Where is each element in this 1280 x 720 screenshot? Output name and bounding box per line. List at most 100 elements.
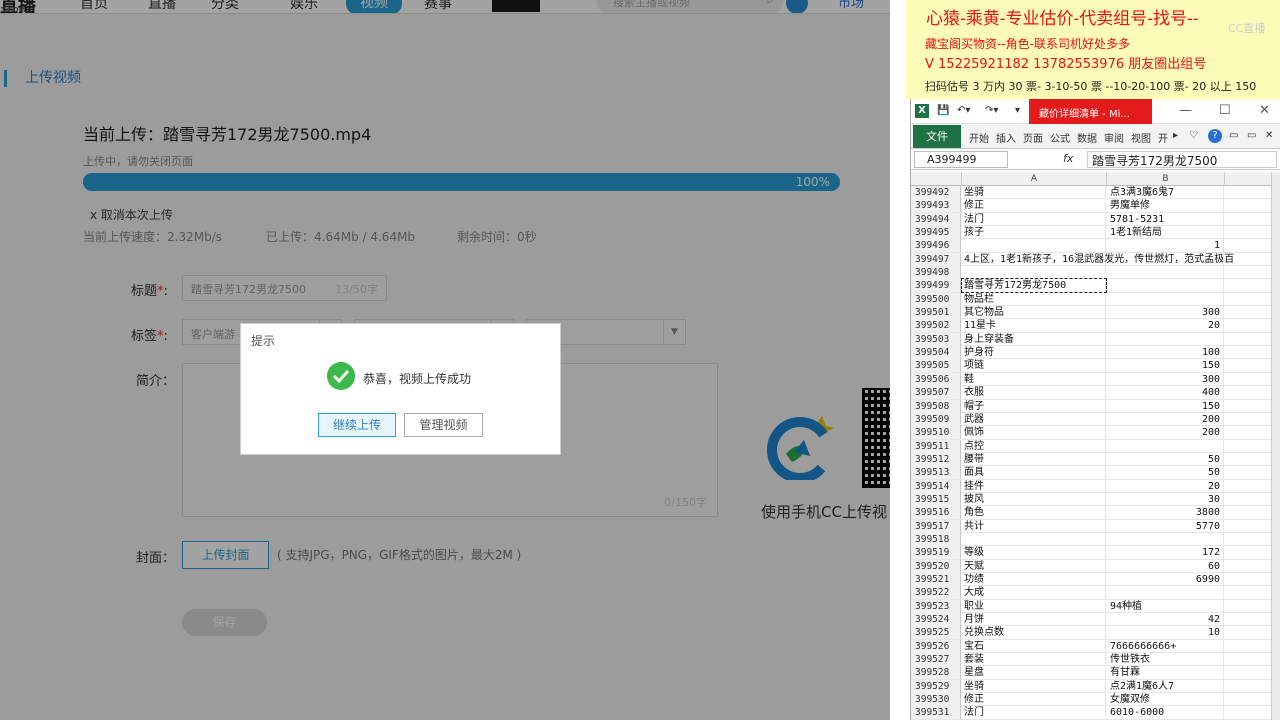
cell-b[interactable]: [1107, 586, 1224, 600]
table-row[interactable]: 399499 踏雪寻芳172男龙7500: [911, 278, 1280, 294]
cell-a[interactable]: 鞋: [962, 372, 1106, 386]
cell-b[interactable]: 20: [1107, 479, 1224, 493]
row-number[interactable]: 399496: [911, 239, 961, 253]
table-row[interactable]: 399494 法门 5781-5231: [911, 212, 1280, 227]
cell-b[interactable]: 女魔双修: [1107, 693, 1224, 707]
customize-toolbar-icon[interactable]: ▾: [1015, 105, 1020, 116]
tab-review[interactable]: 审阅: [1104, 130, 1124, 145]
table-row[interactable]: 399500 物品栏: [911, 292, 1280, 307]
table-row[interactable]: 399509 武器 200: [911, 412, 1280, 427]
cell-b[interactable]: 60: [1107, 559, 1224, 573]
row-number[interactable]: 399499: [911, 279, 961, 293]
tab-home[interactable]: 开始: [969, 130, 989, 145]
cell-a[interactable]: 4上区，1老1新孩子，16混武器发光，传世燃灯，范式孟极百: [962, 252, 1234, 266]
redo-icon[interactable]: ↷▾: [985, 105, 998, 116]
table-row[interactable]: 399506 鞋 300: [911, 372, 1280, 387]
cell-b[interactable]: 100: [1107, 346, 1224, 360]
cell-a[interactable]: 月饼: [962, 613, 1106, 626]
table-row[interactable]: 399518: [911, 532, 1280, 547]
row-number[interactable]: 399530: [911, 693, 961, 707]
cell-a[interactable]: 大成: [962, 586, 1106, 600]
table-row[interactable]: 399522 大成: [911, 586, 1280, 600]
row-number[interactable]: 399509: [911, 412, 961, 426]
row-number[interactable]: 399518: [911, 532, 961, 546]
cell-a[interactable]: 修正: [962, 199, 1106, 213]
cell-b[interactable]: 30: [1107, 492, 1224, 506]
tab-data[interactable]: 数据: [1077, 130, 1097, 145]
cell-b[interactable]: 300: [1107, 306, 1224, 320]
row-number[interactable]: 399505: [911, 359, 961, 373]
close-icon[interactable]: ✕: [1259, 103, 1270, 118]
cell-b[interactable]: 5781-5231: [1107, 212, 1224, 226]
cell-b[interactable]: 点2满1魔6人7: [1107, 679, 1224, 693]
cell-a[interactable]: 面具: [962, 466, 1106, 480]
cell-a[interactable]: 法门: [962, 212, 1106, 226]
table-row[interactable]: 399498: [911, 266, 1280, 280]
cell-a[interactable]: 等级: [962, 546, 1106, 560]
row-number[interactable]: 399510: [911, 426, 961, 440]
ribbon-minimize-icon[interactable]: ▭: [1229, 130, 1238, 141]
cell-b[interactable]: 3800: [1107, 506, 1224, 520]
cell-b[interactable]: [1107, 252, 1224, 266]
cell-a[interactable]: 衣服: [962, 386, 1106, 400]
row-number[interactable]: 399495: [911, 226, 961, 240]
column-header-a[interactable]: A: [962, 172, 1107, 186]
table-row[interactable]: 399529 坐骑 点2满1魔6人7: [911, 679, 1280, 694]
cell-b[interactable]: 150: [1107, 399, 1224, 413]
table-row[interactable]: 399517 共计 5770: [911, 519, 1280, 533]
cell-a[interactable]: 佩饰: [962, 426, 1106, 440]
table-row[interactable]: 399510 佩饰 200: [911, 426, 1280, 440]
table-row[interactable]: 399531 法门 6010-6000: [911, 706, 1280, 720]
cell-a[interactable]: 坐骑: [962, 679, 1106, 693]
cell-a[interactable]: 物品栏: [962, 292, 1106, 306]
cell-a[interactable]: 修正: [962, 693, 1106, 707]
cell-a[interactable]: 宝石: [962, 639, 1106, 653]
cell-a[interactable]: 11星卡: [962, 319, 1106, 333]
table-row[interactable]: 399514 挂件 20: [911, 479, 1280, 493]
cell-a[interactable]: 腰带: [962, 452, 1106, 466]
row-number[interactable]: 399531: [911, 706, 961, 720]
cell-a[interactable]: 星盘: [962, 666, 1106, 680]
table-row[interactable]: 399511 点控: [911, 439, 1280, 453]
table-row[interactable]: 399508 帽子 150: [911, 399, 1280, 413]
row-number[interactable]: 399500: [911, 292, 961, 306]
row-number[interactable]: 399516: [911, 506, 961, 520]
cell-b[interactable]: 男魔单修: [1107, 199, 1224, 213]
row-number[interactable]: 399513: [911, 466, 961, 480]
tab-formulas[interactable]: 公式: [1050, 130, 1070, 145]
row-number[interactable]: 399520: [911, 559, 961, 573]
tab-page-layout[interactable]: 页面: [1023, 130, 1043, 145]
cell-a[interactable]: 共计: [962, 519, 1106, 533]
cell-b[interactable]: 10: [1107, 626, 1224, 640]
row-number[interactable]: 399526: [911, 639, 961, 653]
cell-b[interactable]: 6010-6000: [1107, 706, 1224, 720]
row-number[interactable]: 399501: [911, 306, 961, 320]
cell-b[interactable]: 94种植: [1107, 599, 1224, 613]
tab-file[interactable]: 文件: [913, 125, 961, 148]
column-header-b[interactable]: B: [1107, 172, 1225, 186]
cell-b[interactable]: 传世铁衣: [1107, 653, 1224, 667]
row-number[interactable]: 399525: [911, 626, 961, 640]
table-row[interactable]: 399497 4上区，1老1新孩子，16混武器发光，传世燃灯，范式孟极百: [911, 252, 1280, 267]
cell-a[interactable]: 坐骑: [962, 186, 1106, 199]
cell-a[interactable]: 其它物品: [962, 306, 1106, 320]
cell-a[interactable]: 挂件: [962, 479, 1106, 493]
table-row[interactable]: 399519 等级 172: [911, 546, 1280, 560]
table-row[interactable]: 399495 孩子 1老1新结局: [911, 226, 1280, 240]
cell-b[interactable]: [1107, 266, 1224, 280]
tab-insert[interactable]: 插入: [996, 130, 1016, 145]
table-row[interactable]: 399526 宝石 7666666666+: [911, 639, 1280, 654]
table-row[interactable]: 399527 套装 传世铁衣: [911, 653, 1280, 667]
cell-a[interactable]: 法门: [962, 706, 1106, 720]
cell-b[interactable]: 150: [1107, 359, 1224, 373]
row-number[interactable]: 399523: [911, 599, 961, 613]
row-number[interactable]: 399503: [911, 332, 961, 346]
cell-a[interactable]: 护身符: [962, 346, 1106, 360]
excel-app-icon[interactable]: X: [915, 104, 929, 118]
row-number[interactable]: 399517: [911, 519, 961, 533]
row-number[interactable]: 399502: [911, 319, 961, 333]
cell-b[interactable]: 1: [1107, 239, 1224, 253]
row-number[interactable]: 399529: [911, 679, 961, 693]
table-row[interactable]: 399523 职业 94种植: [911, 599, 1280, 613]
table-row[interactable]: 399501 其它物品 300: [911, 306, 1280, 320]
